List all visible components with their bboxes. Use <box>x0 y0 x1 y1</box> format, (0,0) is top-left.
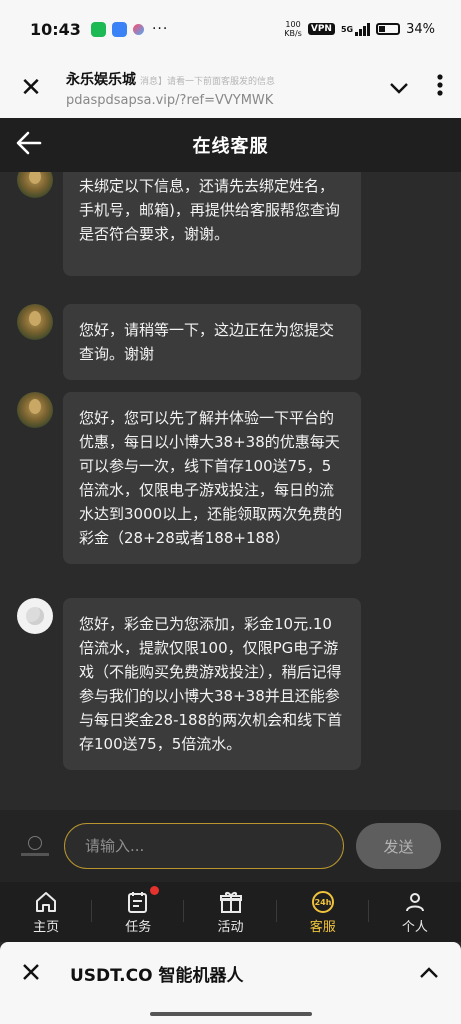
app-notification-icon-blue <box>111 21 127 37</box>
bottom-nav: 主页 任务 活动 24h 客服 个人 <box>0 882 461 942</box>
status-bar: 10:43 ··· 100 KB/s VPN 5G 34% <box>0 0 461 58</box>
nav-label: 个人 <box>401 919 428 935</box>
nav-label: 任务 <box>125 919 152 935</box>
browser-page-subtitle: 消息】请看一下前面客服发的信息 <box>140 76 276 87</box>
home-indicator[interactable] <box>150 1012 312 1016</box>
moon-avatar <box>17 598 53 634</box>
support-24h-icon: 24h <box>311 890 334 913</box>
chat-header: 在线客服 <box>0 118 461 172</box>
message-bubble: 您好，彩金已为您添加，彩金10元.10倍流水，提款仅限100，仅限PG电子游戏（… <box>63 598 361 770</box>
app-notification-icon-green <box>90 21 106 37</box>
bottom-sheet-row: USDT.CO 智能机器人 <box>0 942 461 1004</box>
message-bubble: 您好，您可以先了解并体验一下平台的优惠，每日以小博大38+38的优惠每天可以参与… <box>63 392 361 564</box>
notification-icons: ··· <box>90 21 169 37</box>
nav-item-home[interactable]: 主页 <box>0 882 93 942</box>
browser-bar: ✕ 永乐娱乐城 消息】请看一下前面客服发的信息 pdaspdsapsa.vip/… <box>0 58 461 118</box>
profile-icon <box>405 892 424 911</box>
status-time: 10:43 <box>30 19 81 39</box>
nav-item-tasks[interactable]: 任务 <box>92 882 185 942</box>
nav-label: 客服 <box>309 919 336 935</box>
chevron-down-icon[interactable] <box>389 78 409 99</box>
nav-label: 主页 <box>33 919 60 935</box>
more-notifications-icon: ··· <box>151 21 169 37</box>
task-icon <box>128 891 148 913</box>
app-notification-icon-colorful <box>132 23 144 35</box>
chat-input-bar: 发送 <box>0 810 461 882</box>
mona-lisa-avatar <box>17 392 53 428</box>
battery-percent: 34% <box>406 21 435 37</box>
send-button[interactable]: 发送 <box>356 823 441 869</box>
browser-page-title: 永乐娱乐城 <box>66 71 136 88</box>
home-icon <box>36 891 57 912</box>
close-icon[interactable] <box>22 959 42 987</box>
page-title: 在线客服 <box>192 136 269 157</box>
mona-lisa-avatar <box>17 304 53 340</box>
browser-title-row: 永乐娱乐城 消息】请看一下前面客服发的信息 <box>66 69 389 89</box>
nav-label: 活动 <box>217 919 244 935</box>
svg-text:24h: 24h <box>314 898 331 907</box>
bottom-sheet-title: USDT.CO 智能机器人 <box>70 965 244 986</box>
network-speed: 100 KB/s <box>284 20 302 38</box>
brand-logo-icon <box>18 832 52 860</box>
nav-item-profile[interactable]: 个人 <box>369 882 461 942</box>
chevron-up-icon[interactable] <box>419 963 439 984</box>
status-right: 100 KB/s VPN 5G 34% <box>284 20 435 38</box>
back-arrow-icon[interactable] <box>16 130 42 156</box>
browser-url[interactable]: pdaspdsapsa.vip/?ref=VVYMWK <box>66 93 389 108</box>
signal-icon <box>355 22 371 36</box>
bottom-sheet: USDT.CO 智能机器人 <box>0 942 461 1024</box>
browser-close-icon[interactable]: ✕ <box>18 73 44 103</box>
message-bubble: 您好，还请您先提供一个游戏帐号，(如未绑定以下信息，还请先去绑定姓名，手机号，邮… <box>63 172 361 276</box>
notification-badge <box>150 886 160 895</box>
more-vertical-icon[interactable] <box>437 74 443 102</box>
battery-icon <box>376 23 401 35</box>
screen: 10:43 ··· 100 KB/s VPN 5G 34% ✕ 永乐娱乐城 消息… <box>0 0 461 1024</box>
chat-message-list[interactable]: 您好，还请您先提供一个游戏帐号，(如未绑定以下信息，还请先去绑定姓名，手机号，邮… <box>0 172 461 810</box>
gift-icon <box>219 891 242 913</box>
network-speed-unit: KB/s <box>284 29 302 38</box>
network-speed-value: 100 <box>285 20 301 29</box>
message-input[interactable] <box>64 823 344 869</box>
mona-lisa-avatar <box>17 172 53 198</box>
browser-titles: 永乐娱乐城 消息】请看一下前面客服发的信息 pdaspdsapsa.vip/?r… <box>66 69 389 108</box>
message-bubble: 您好，请稍等一下，这边正在为您提交查询。谢谢 <box>63 304 361 380</box>
network-type: 5G <box>340 24 354 34</box>
vpn-badge: VPN <box>307 23 335 35</box>
nav-item-support[interactable]: 24h 客服 <box>277 882 369 942</box>
nav-item-activity[interactable]: 活动 <box>184 882 277 942</box>
